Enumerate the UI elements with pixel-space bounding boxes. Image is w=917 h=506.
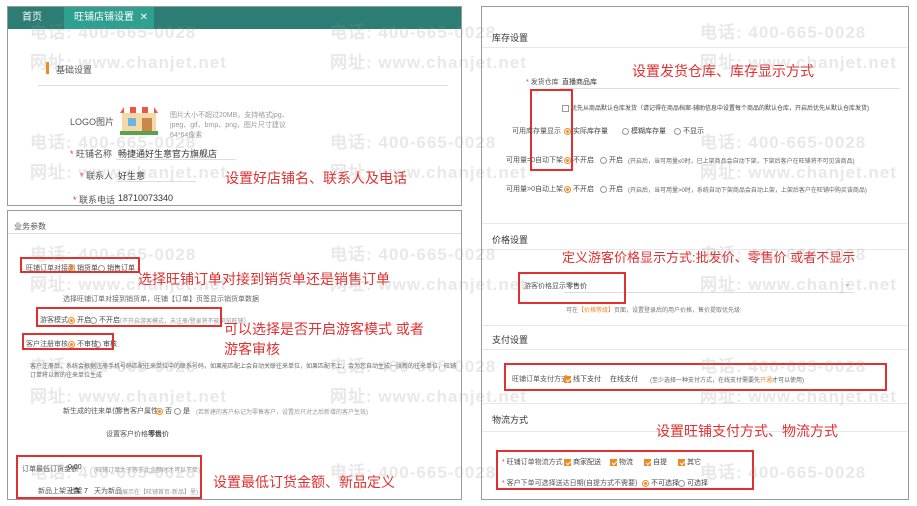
warehouse-select[interactable]: 直播商品库 [562,77,597,87]
tab-shop-settings-label: 旺铺店铺设置 [74,12,134,23]
ship-section-title: 物流方式 [492,415,529,425]
radio-off-icon [600,156,607,164]
biz-title: 业务参数 [14,222,46,231]
stock-display-label: 可用库存量显示 [512,128,561,135]
annotation-guest-line1: 可以选择是否开启游客模式 或者 [224,321,424,337]
radio-off-icon [674,127,681,135]
auto-on-hint: (开启后，当可用量>0时，系统自动下架商品会自动上架，上架后客户在旺铺中购买该商… [628,188,867,194]
new-customer-attr-label: 零售客户属性 [116,408,158,415]
annotation-pay-ship: 设置旺铺支付方式、物流方式 [656,423,838,439]
annotation-guest-line2: 游客审核 [224,341,280,357]
radio-on-icon [156,407,163,415]
chevron-down-icon[interactable]: ⌄ [844,279,851,288]
section-accent-bar [46,62,49,74]
stock-divider [482,47,908,48]
new-customer-label: 新生成的往来单位 [63,408,119,415]
divider [38,85,448,86]
pay-section-title: 支付设置 [492,335,529,345]
price-level-link[interactable]: 【价格等级】 [578,308,614,314]
contact-label: * 联系人 [80,171,114,181]
auto-off-label: 可用量=0自动下架 [506,157,563,164]
shop-name-underline [116,159,236,160]
stock-display-option-1[interactable]: 模糊库存量 [622,126,666,136]
new-customer-option-0[interactable]: 否 [156,406,172,416]
warehouse-priority-checkbox[interactable]: 优先从商品默认仓库发货（请记得在商品档案-辅助信息中设置每个商品的默认仓库，开启… [562,103,869,112]
warehouse-underline [560,88,900,89]
ship-top-divider [482,403,908,404]
radio-on-icon [564,185,571,193]
auto-on-option-0[interactable]: 不开启 [564,184,594,194]
auto-on-label: 可用量>0自动上架 [506,186,563,193]
highlight-min-order [16,455,202,499]
highlight-guest-review [22,333,114,350]
annotation-order-type: 选择旺铺订单对接到销货单还是销售订单 [138,271,390,287]
price-section-title: 价格设置 [492,235,529,245]
phone-label: * 联系电话 [73,195,116,205]
radio-off-icon [600,185,607,193]
stock-display-option-2[interactable]: 不显示 [674,126,704,136]
auto-on-option-1[interactable]: 开启 [600,184,623,194]
biz-divider [8,233,461,234]
highlight-guest-price [518,272,626,304]
pay-top-divider [482,325,908,326]
shop-logo-image[interactable] [120,105,158,135]
stock-section-title: 库存设置 [492,33,529,43]
annotation-price: 定义游客价格显示方式:批发价、零售价 或者不显示 [562,250,856,265]
radio-off-icon [174,407,181,415]
shop-name-label: * 旺铺名称 [70,149,113,159]
new-customer-hint: (若新建的客户标记为零售客户，设置后只对之后新增的客户生效) [196,410,368,416]
logo-label: LOGO图片 [70,117,115,127]
logo-hint: 图片大小不超过20MB，支持格式jpg、jpeg、gif、bmp、png，图片尺… [170,112,289,139]
new-customer-option-1[interactable]: 是 [174,406,190,416]
contact-underline [116,181,196,182]
order-type-hint: 选择旺铺订单对接到销货单，旺铺【订单】页签显示销货单数据 [63,296,259,303]
radio-on-icon [564,156,571,164]
guest-review-hint: 客户注册后，系统会根据注册手机号码匹配往来单位中的联系号码，如果能匹配上会自动关… [30,364,457,379]
tab-shop-settings[interactable]: 旺铺店铺设置 ✕ [64,7,154,29]
shop-settings-panel: 库存设置 * 发货仓库 直播商品库 优先从商品默认仓库发货（请记得在商品档案-辅… [481,6,909,500]
annotation-basic: 设置好店铺名、联系人及电话 [225,170,407,186]
highlight-pay [504,363,887,391]
price-setting-select[interactable]: 零售价 [148,429,169,439]
auto-off-hint: (开启后，当可用量≤0时，已上架商品会自动下架，下架后客户在旺铺将不可见该商品) [628,159,855,165]
annotation-stock: 设置发货仓库、库存显示方式 [632,63,814,79]
annotation-min-order: 设置最低订货金额、新品定义 [213,474,395,490]
close-icon[interactable]: ✕ [140,7,148,29]
stock-display-option-0[interactable]: 实际库存量 [564,126,608,136]
tab-home[interactable]: 首页 [12,7,52,29]
price-top-divider [482,223,908,224]
tab-bar: 首页 旺铺店铺设置 ✕ [8,7,461,29]
basic-settings-panel: 首页 旺铺店铺设置 ✕ 基础设置 LOGO图片 图片大小不超过20MB，支持格式… [7,6,462,206]
phone-field[interactable]: 18710073340 [118,193,173,203]
highlight-ship [496,450,754,490]
auto-off-option-0[interactable]: 不开启 [564,155,594,165]
section-title-basic: 基础设置 [56,65,93,75]
radio-on-icon [564,127,571,135]
business-params-panel: 业务参数 旺铺订单对接到 销货单 销售订单 选择旺铺订单对接到销货单，旺铺【订单… [7,210,462,500]
pay-divider [482,349,908,350]
warehouse-label: * 发货仓库 [526,79,559,86]
logo-hint-line: 图片大小不超过20MB，支持格式jpg、jpeg、gif、bmp、png，图片尺… [170,111,296,141]
highlight-guest-mode [36,307,222,327]
highlight-order-type [20,257,140,273]
radio-off-icon [622,127,629,135]
guest-price-hint: 可在【价格等级】页面，设置登录后的用户价格，售价提取优先级 [566,308,741,314]
auto-off-option-1[interactable]: 开启 [600,155,623,165]
